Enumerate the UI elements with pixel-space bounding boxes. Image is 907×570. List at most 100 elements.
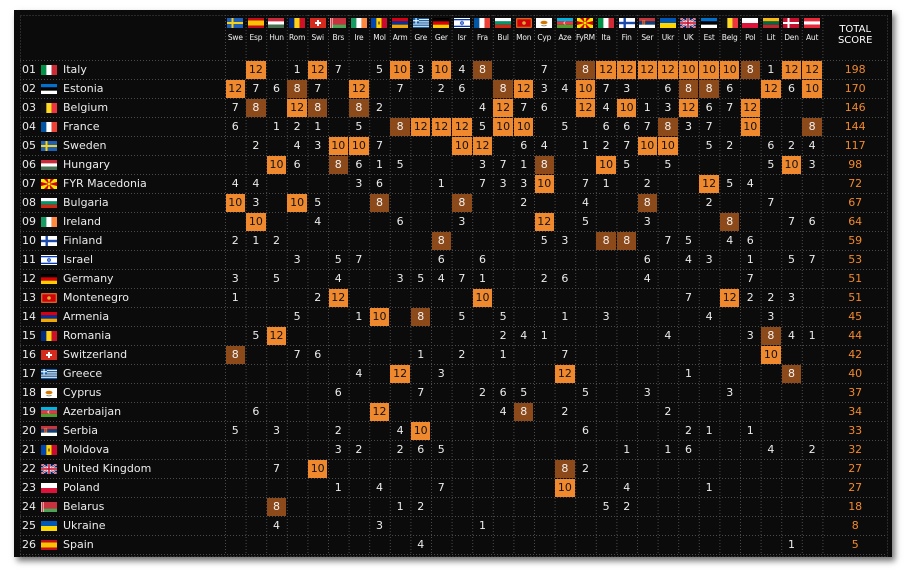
score-cell	[287, 365, 307, 383]
score-cell	[452, 479, 472, 497]
score-cell	[782, 517, 802, 535]
score-cell: 10	[596, 155, 616, 174]
score-cell	[658, 536, 678, 554]
score-cell: 2	[417, 500, 425, 513]
score-cell	[555, 289, 575, 307]
score-cell	[802, 346, 822, 364]
score-cell: 12	[493, 98, 513, 117]
hungary-flag-icon	[41, 159, 57, 170]
country-name: Bulgaria	[41, 193, 221, 212]
score-cell	[473, 365, 493, 383]
score-cell	[329, 346, 349, 364]
score-cell	[699, 270, 719, 288]
cyprus-flag-icon	[536, 18, 553, 28]
score-cell	[349, 232, 369, 250]
score-cell: 12	[575, 98, 596, 117]
score-cell: 1	[664, 443, 672, 456]
score-cell: 8	[307, 98, 328, 117]
score-cell	[432, 156, 452, 174]
score-cell	[638, 289, 658, 307]
voter-header-aut: Aut	[802, 10, 823, 60]
ukraine-flag-icon	[41, 520, 57, 531]
score-cell: 7	[684, 291, 692, 304]
score-cell: 10	[616, 98, 637, 117]
score-cell: 7	[417, 386, 425, 399]
score-cell	[493, 441, 513, 459]
score-cell	[370, 251, 390, 269]
belgium-flag-icon	[41, 102, 57, 113]
score-cell: 12	[637, 60, 658, 79]
country-name: Belgium	[41, 98, 221, 117]
score-cell: 4	[726, 234, 734, 247]
score-cell: 5	[581, 386, 589, 399]
score-cell: 12	[555, 364, 575, 383]
score-cell: 3	[334, 443, 342, 456]
score-cell: 2	[293, 120, 301, 133]
score-cell	[473, 213, 493, 231]
score-cell	[514, 308, 534, 326]
score-cell	[576, 251, 596, 269]
score-cell	[782, 99, 802, 117]
score-cell	[246, 251, 266, 269]
voter-header-ita: Ita	[596, 10, 617, 60]
score-cell: 12	[266, 326, 287, 345]
total-score: 170	[844, 82, 866, 95]
score-cell	[308, 517, 328, 535]
rank: 07	[22, 177, 36, 190]
voter-label: Aut	[805, 33, 819, 42]
score-cell	[576, 156, 596, 174]
score-cell	[390, 460, 410, 478]
lithuania-flag-icon	[762, 18, 779, 28]
score-cell	[741, 194, 761, 212]
score-cell	[267, 251, 287, 269]
score-cell	[267, 365, 287, 383]
score-cell: 4	[602, 101, 610, 114]
score-cell	[679, 536, 699, 554]
score-cell: 8	[719, 212, 740, 231]
score-cell: 3	[746, 329, 754, 342]
score-cell: 2	[272, 234, 280, 247]
score-cell	[679, 479, 699, 497]
bulgaria-flag-icon	[495, 18, 512, 28]
rank: 15	[22, 329, 36, 342]
score-cell: 2	[396, 443, 404, 456]
score-cell: 8	[513, 402, 534, 421]
score-cell: 7	[231, 101, 239, 114]
score-cell	[555, 156, 575, 174]
score-cell: 5	[540, 234, 548, 247]
score-cell	[432, 403, 452, 421]
score-cell	[576, 517, 596, 535]
denmark-flag-icon	[783, 18, 800, 28]
score-cell	[535, 384, 555, 402]
score-cell	[782, 270, 802, 288]
score-cell	[741, 156, 761, 174]
score-cell: 8	[349, 98, 369, 117]
score-cell	[267, 99, 287, 117]
score-cell	[411, 403, 431, 421]
rank: 17	[22, 367, 36, 380]
score-cell: 10	[555, 478, 575, 497]
score-cell	[514, 536, 534, 554]
score-cell	[720, 251, 740, 269]
score-cell	[390, 536, 410, 554]
rank: 18	[22, 386, 36, 399]
score-cell	[493, 251, 513, 269]
score-cell: 8	[472, 60, 493, 79]
total-score: 5	[851, 538, 859, 551]
voter-header-pol: Pol	[740, 10, 761, 60]
score-cell	[329, 327, 349, 345]
score-cell	[349, 403, 369, 421]
score-cell: 8	[431, 231, 452, 250]
score-cell	[514, 213, 534, 231]
rank: 01	[22, 63, 36, 76]
score-cell	[761, 213, 781, 231]
score-cell	[246, 289, 266, 307]
score-cell	[658, 308, 678, 326]
country-label: Poland	[63, 481, 100, 494]
score-cell: 2	[458, 348, 466, 361]
score-cell: 8	[575, 60, 596, 79]
score-cell	[514, 517, 534, 535]
score-cell: 7	[746, 272, 754, 285]
score-cell: 5	[623, 158, 631, 171]
voter-label: Arm	[392, 33, 408, 42]
